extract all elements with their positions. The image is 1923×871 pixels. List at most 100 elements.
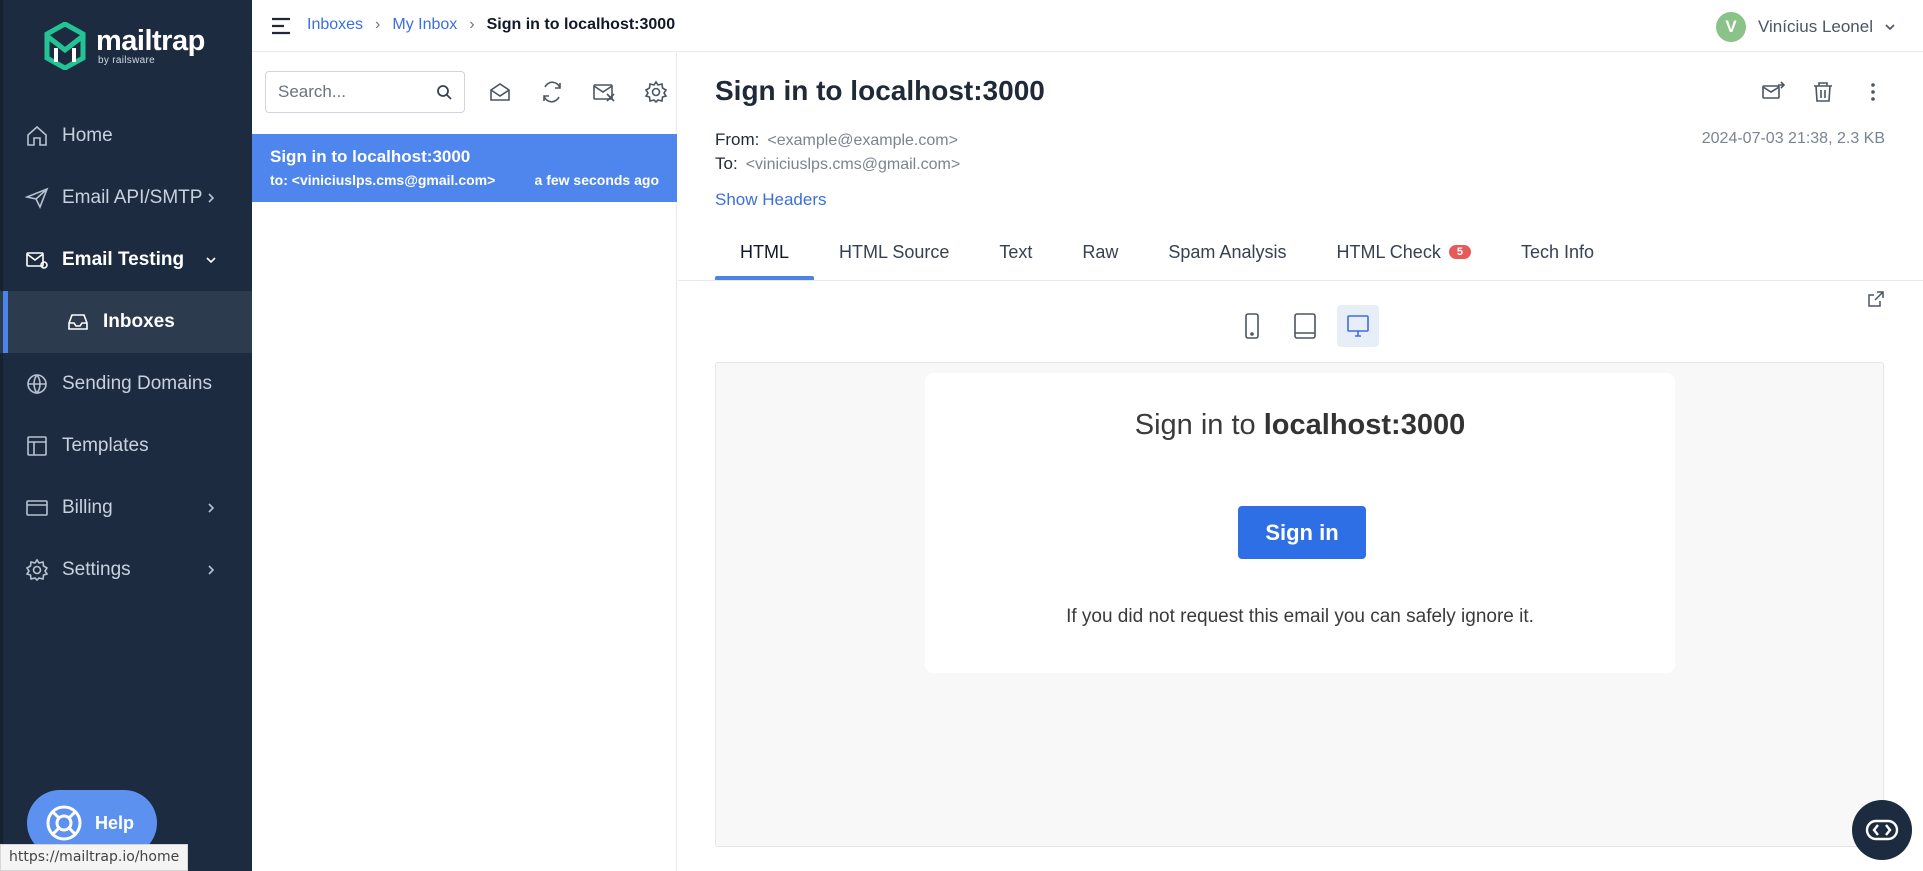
to-line: To: <viniciuslps.cms@gmail.com> bbox=[715, 154, 960, 174]
message-recipient: to: <viniciuslps.cms@gmail.com> bbox=[270, 172, 496, 188]
sidebar-item-label: Email Testing bbox=[62, 249, 185, 270]
to-address: <viniciuslps.cms@gmail.com> bbox=[745, 156, 961, 173]
email-testing-icon bbox=[26, 252, 48, 269]
tab-label: Text bbox=[999, 241, 1033, 262]
list-item[interactable]: Sign in to localhost:3000 to: <viniciusl… bbox=[252, 134, 677, 202]
message-actions bbox=[1761, 80, 1885, 104]
avatar: V bbox=[1716, 12, 1746, 42]
search-icon bbox=[437, 85, 452, 100]
lifebuoy-icon bbox=[46, 805, 82, 841]
breadcrumb-separator: › bbox=[375, 16, 381, 33]
tab-tech-info[interactable]: Tech Info bbox=[1496, 223, 1619, 281]
breadcrumb-my-inbox[interactable]: My Inbox bbox=[392, 16, 457, 34]
tablet-icon bbox=[1294, 313, 1316, 339]
email-preview: Sign in to localhost:3000 Sign in If you… bbox=[715, 362, 1884, 847]
mobile-icon bbox=[1245, 313, 1259, 339]
brand-name: mailtrap bbox=[96, 24, 205, 57]
sign-in-button[interactable]: Sign in bbox=[1238, 506, 1366, 559]
message-list-pane: Search... Sign in to localhost:3000 to: … bbox=[252, 53, 677, 871]
forward-icon[interactable] bbox=[1761, 80, 1785, 104]
message-meta: 2024-07-03 21:38, 2.3 KB bbox=[1701, 130, 1885, 147]
breadcrumb-inboxes[interactable]: Inboxes bbox=[307, 16, 363, 34]
sidebar-item-home[interactable]: Home bbox=[0, 105, 252, 167]
tab-html-check[interactable]: HTML Check 5 bbox=[1311, 223, 1495, 281]
more-vertical-icon[interactable] bbox=[1861, 80, 1885, 104]
desktop-view-button[interactable] bbox=[1337, 305, 1379, 347]
inbox-icon bbox=[68, 314, 88, 330]
mailtrap-logo-icon bbox=[44, 22, 86, 70]
sidebar-item-email-testing[interactable]: Email Testing bbox=[0, 229, 252, 291]
sidebar-item-label: Sending Domains bbox=[62, 373, 212, 394]
device-switcher bbox=[1231, 305, 1379, 347]
sidebar: mailtrap by railsware Home Email API/SMT… bbox=[0, 0, 252, 871]
clear-inbox-icon[interactable] bbox=[592, 80, 616, 104]
to-label: To: bbox=[715, 154, 738, 173]
trash-icon[interactable] bbox=[1811, 80, 1835, 104]
tab-label: HTML bbox=[740, 241, 789, 262]
tab-html[interactable]: HTML bbox=[715, 223, 814, 281]
email-note: If you did not request this email you ca… bbox=[1066, 606, 1534, 627]
top-bar: Inboxes › My Inbox › Sign in to localhos… bbox=[252, 0, 1923, 52]
sidebar-item-label: Settings bbox=[62, 559, 131, 580]
tabs-divider bbox=[678, 280, 1923, 281]
tab-html-source[interactable]: HTML Source bbox=[814, 223, 974, 281]
page-title: Sign in to localhost:3000 bbox=[715, 75, 1045, 106]
search-input[interactable]: Search... bbox=[265, 71, 465, 113]
breadcrumb-separator: › bbox=[469, 16, 475, 33]
show-headers-link[interactable]: Show Headers bbox=[715, 190, 827, 210]
mailtrap-logo[interactable]: mailtrap by railsware bbox=[44, 22, 205, 70]
chat-icon bbox=[1865, 819, 1899, 841]
user-menu[interactable]: V Vinícius Leonel bbox=[1716, 12, 1895, 42]
email-heading: Sign in to localhost:3000 bbox=[925, 409, 1675, 442]
tab-text[interactable]: Text bbox=[974, 223, 1057, 281]
sidebar-nav: Home Email API/SMTP Email Testing Inboxe… bbox=[0, 105, 252, 601]
chevron-right-icon bbox=[208, 193, 215, 203]
external-link-icon[interactable] bbox=[1867, 290, 1885, 308]
message-time: a few seconds ago bbox=[534, 172, 659, 188]
sidebar-item-label: Billing bbox=[62, 497, 113, 518]
breadcrumb-current: Sign in to localhost:3000 bbox=[486, 16, 676, 33]
credit-card-icon bbox=[26, 500, 48, 516]
email-heading-prefix: Sign in to bbox=[1134, 409, 1264, 441]
tab-label: HTML Check bbox=[1336, 241, 1441, 262]
desktop-icon bbox=[1347, 315, 1369, 337]
mobile-view-button[interactable] bbox=[1231, 305, 1273, 347]
sidebar-item-email-api[interactable]: Email API/SMTP bbox=[0, 167, 252, 229]
refresh-icon[interactable] bbox=[540, 80, 564, 104]
tab-spam-analysis[interactable]: Spam Analysis bbox=[1143, 223, 1311, 281]
gear-icon bbox=[25, 558, 49, 582]
sidebar-item-templates[interactable]: Templates bbox=[0, 415, 252, 477]
sidebar-item-label: Templates bbox=[62, 435, 149, 456]
tab-label: Raw bbox=[1082, 241, 1119, 262]
send-icon bbox=[25, 187, 49, 209]
mark-read-icon[interactable] bbox=[488, 80, 512, 104]
chevron-down-icon bbox=[206, 257, 216, 264]
tab-label: Spam Analysis bbox=[1168, 241, 1287, 262]
from-line: From: <example@example.com> bbox=[715, 130, 958, 150]
chat-widget-button[interactable] bbox=[1852, 800, 1912, 860]
gear-icon[interactable] bbox=[644, 80, 668, 104]
message-view: Sign in to localhost:3000 From: <example@… bbox=[678, 53, 1923, 871]
status-url-tooltip: https://mailtrap.io/home bbox=[0, 844, 189, 871]
sidebar-item-settings[interactable]: Settings bbox=[0, 539, 252, 601]
tab-label: HTML Source bbox=[839, 241, 950, 262]
tablet-view-button[interactable] bbox=[1284, 305, 1326, 347]
sidebar-item-billing[interactable]: Billing bbox=[0, 477, 252, 539]
home-icon bbox=[27, 125, 47, 146]
from-label: From: bbox=[715, 130, 760, 149]
chevron-right-icon bbox=[208, 565, 215, 575]
breadcrumb: Inboxes › My Inbox › Sign in to localhos… bbox=[307, 16, 675, 34]
sidebar-item-inboxes[interactable]: Inboxes bbox=[0, 291, 252, 353]
chevron-right-icon bbox=[208, 503, 215, 513]
from-address: <example@example.com> bbox=[767, 132, 958, 149]
sidebar-item-label: Home bbox=[62, 125, 113, 146]
tab-label: Tech Info bbox=[1520, 241, 1594, 262]
email-heading-host: localhost:3000 bbox=[1263, 409, 1466, 441]
menu-icon[interactable] bbox=[270, 16, 292, 36]
search-placeholder: Search... bbox=[278, 82, 347, 101]
email-card: Sign in to localhost:3000 Sign in If you… bbox=[925, 373, 1675, 673]
message-tabs: HTML HTML Source Text Raw Spam Analysis … bbox=[715, 223, 1619, 281]
sidebar-item-sending-domains[interactable]: Sending Domains bbox=[0, 353, 252, 415]
status-badge: 5 bbox=[1448, 245, 1471, 259]
tab-raw[interactable]: Raw bbox=[1057, 223, 1143, 281]
